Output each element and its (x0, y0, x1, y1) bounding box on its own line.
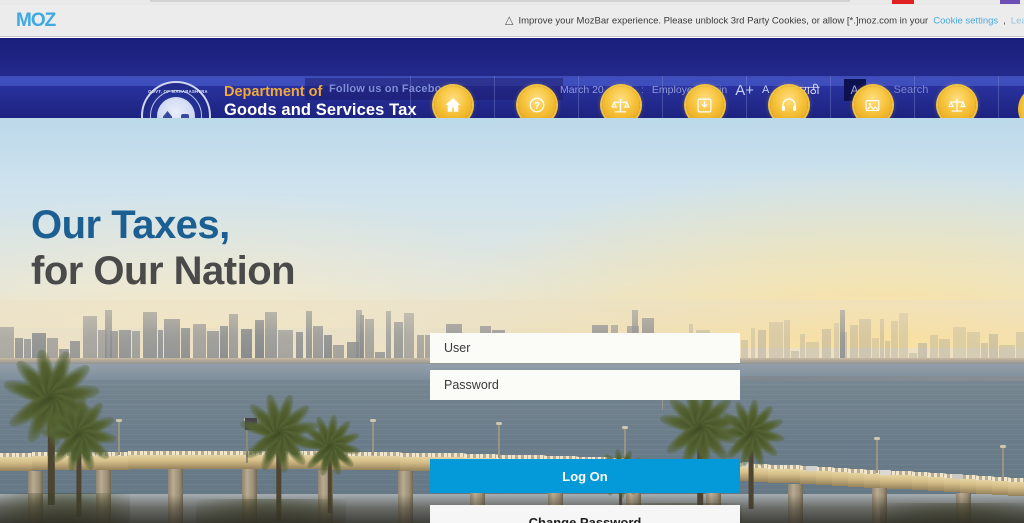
nav-item-gallery[interactable]: Gallery (830, 76, 914, 118)
main-navigation: Home ? About Us Acts & Rules Downloads D… (410, 76, 1024, 118)
hero-headline: Our Taxes, for Our Nation (31, 203, 296, 294)
password-input[interactable] (430, 370, 740, 400)
department-seal-logo[interactable]: GOVT. OF MAHARASHTRA DEPT. OF GOODS & SE… (141, 81, 211, 118)
mozbar-notice-text: Improve your MozBar experience. Please u… (518, 15, 929, 26)
bridge-lamp-post (1000, 444, 1006, 481)
log-on-button[interactable]: Log On (430, 459, 740, 493)
bridge-vehicle (806, 465, 817, 471)
bridge-lamp-post (496, 421, 502, 458)
warning-triangle-icon: △ (505, 14, 514, 26)
download-icon (685, 86, 724, 118)
bridge-lamp-post (874, 437, 880, 474)
mozbar-toolbar: MOZ △ Improve your MozBar experience. Pl… (0, 5, 1024, 37)
mozbar-notice-separator: , (1003, 15, 1006, 26)
scales-of-justice-icon (601, 86, 640, 118)
department-title-line2: Goods and Services Tax (224, 100, 417, 118)
browser-fragment-red (892, 0, 914, 4)
seal-emblem-icon (157, 97, 195, 118)
home-icon (433, 86, 472, 118)
nav-item-downloads[interactable]: Downloads (662, 76, 746, 118)
picture-icon (853, 86, 892, 118)
user-input[interactable] (430, 333, 740, 363)
change-password-button[interactable]: Change Password (430, 505, 740, 523)
nav-item-rti[interactable]: RTI (914, 76, 998, 118)
site-header: Follow us on Facebook GOVT. OF MAHARASHT… (0, 38, 1024, 118)
svg-text:?: ? (534, 101, 540, 112)
cookie-settings-link[interactable]: Cookie settings (933, 15, 998, 26)
bridge-deck-segment (1008, 481, 1024, 497)
bridge-railing-segment (1008, 478, 1024, 483)
bridge-vehicle (952, 473, 963, 479)
mozbar-notice: △ Improve your MozBar experience. Please… (505, 14, 1024, 27)
nav-item-acts-rules[interactable]: Acts & Rules (578, 76, 662, 118)
nav-item-dealer-services[interactable]: Dealer Services (746, 76, 830, 118)
hero-banner: Our Taxes, for Our Nation Log On Change … (0, 118, 1024, 523)
department-title: Department of Goods and Services Tax Gov… (224, 84, 417, 118)
bridge-lamp-post (370, 419, 376, 456)
bridge-lamp-post (116, 418, 122, 455)
browser-fragment-purple (1000, 0, 1020, 4)
department-title-line1: Department of (224, 84, 323, 100)
maharashtra-state-emblem-icon: ♚ (1014, 82, 1024, 118)
headset-icon (769, 86, 808, 118)
scales-icon (937, 86, 976, 118)
browser-toolbar-line (150, 0, 850, 2)
seal-inner-ring (150, 90, 202, 118)
seal-top-text: GOVT. OF MAHARASHTRA (148, 89, 208, 94)
login-button-stack: Log On Change Password Forgot Password (430, 459, 740, 523)
moz-logo[interactable]: MOZ (16, 10, 56, 32)
login-form (430, 333, 740, 400)
hero-headline-line2: for Our Nation (31, 249, 296, 294)
question-mark-icon: ? (517, 86, 556, 118)
nav-item-home[interactable]: Home (410, 76, 494, 118)
nav-item-government-emblem[interactable]: ♚ GOVERNMENT OF MAHARASHTRA (998, 76, 1024, 118)
nav-item-about-us[interactable]: ? About Us (494, 76, 578, 118)
hero-headline-line1: Our Taxes, (31, 203, 230, 247)
learn-more-link[interactable]: Learn more (1011, 15, 1024, 26)
bridge-vehicle (880, 469, 891, 475)
